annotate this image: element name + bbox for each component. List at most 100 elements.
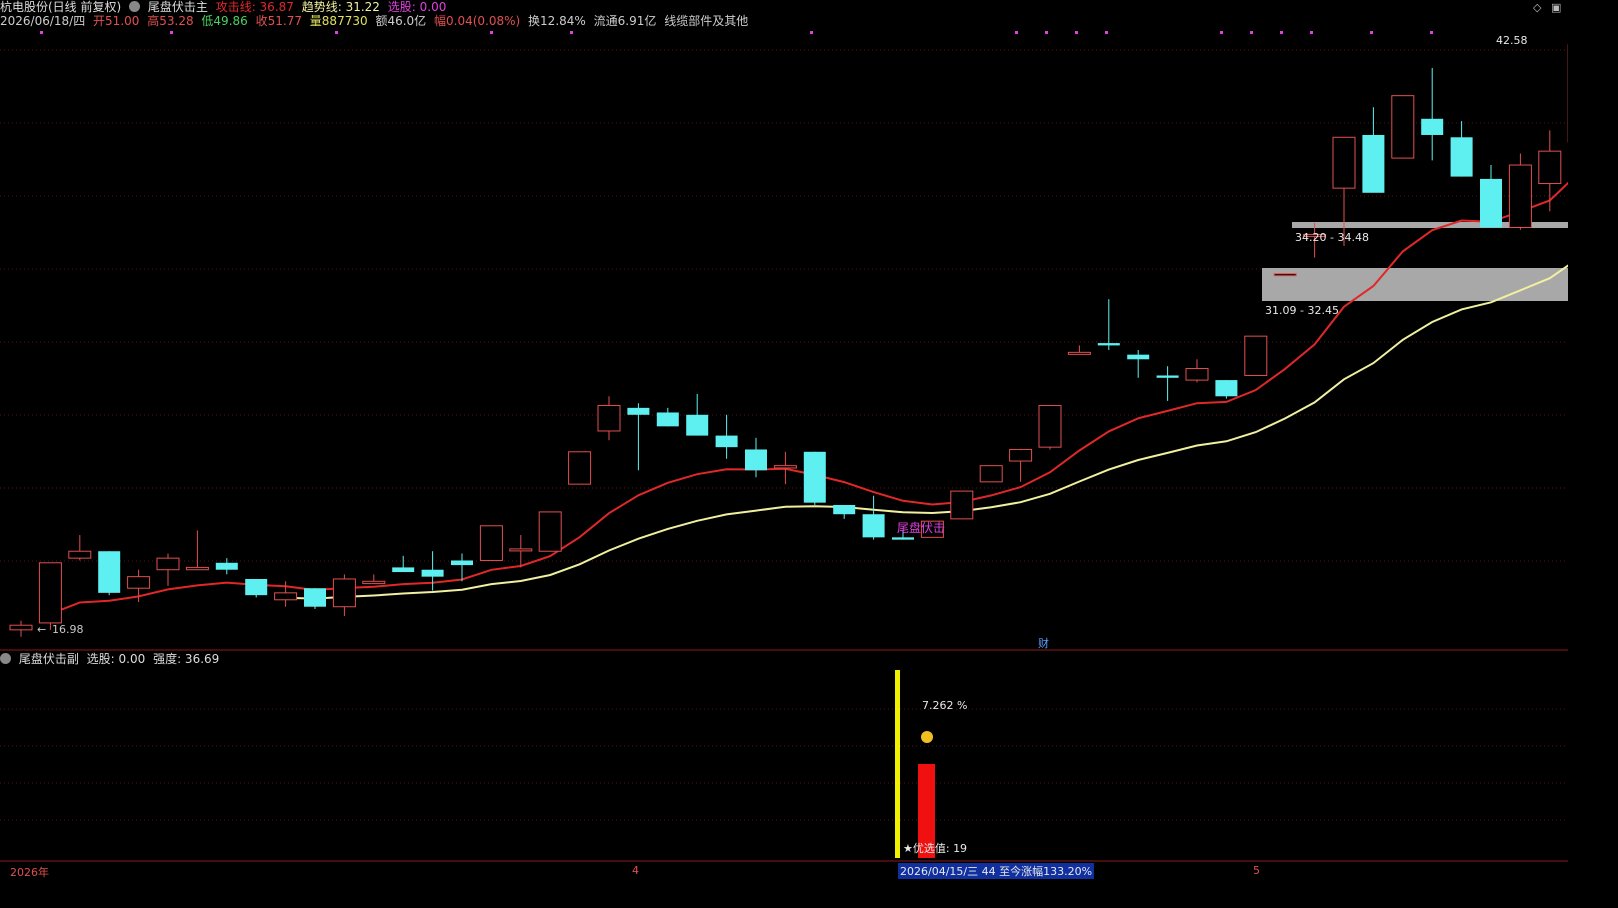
candle bbox=[627, 403, 650, 471]
candle-body bbox=[1185, 368, 1209, 381]
best-value-label: ★优选值: 19 bbox=[903, 842, 967, 855]
candle bbox=[715, 414, 738, 459]
candle bbox=[803, 451, 826, 505]
indicator-sub-name[interactable]: 尾盘伏击副 bbox=[19, 652, 79, 666]
candle bbox=[979, 465, 1003, 483]
candle bbox=[1067, 345, 1091, 355]
candle-body bbox=[1508, 164, 1532, 228]
event-marker bbox=[1310, 31, 1313, 34]
candle-body bbox=[1450, 137, 1473, 177]
event-marker bbox=[570, 31, 573, 34]
candle bbox=[538, 511, 562, 552]
candle bbox=[185, 530, 209, 571]
month-5-label: 5 bbox=[1253, 864, 1260, 877]
candle-body bbox=[686, 414, 709, 436]
candle bbox=[38, 562, 62, 630]
candle-body bbox=[1009, 448, 1033, 462]
candle-body bbox=[98, 551, 121, 593]
candle-body bbox=[538, 511, 562, 552]
candle bbox=[745, 437, 767, 478]
candle-body bbox=[745, 449, 767, 471]
candle bbox=[68, 535, 92, 561]
candle bbox=[479, 525, 503, 561]
trend-line bbox=[285, 264, 1568, 600]
candle-body bbox=[185, 566, 209, 571]
candle bbox=[156, 553, 180, 586]
candle-body bbox=[627, 407, 650, 415]
candle-body bbox=[1156, 375, 1179, 378]
event-marker bbox=[490, 31, 493, 34]
candle-body bbox=[597, 405, 621, 432]
kline-chart[interactable]: 16.98 ← 42.58 34.20 - 34.48 31.09 - 32.4… bbox=[0, 0, 1568, 880]
candle-body bbox=[38, 562, 62, 624]
candle-body bbox=[1244, 335, 1268, 376]
candle-body bbox=[715, 435, 738, 448]
candle bbox=[421, 551, 444, 591]
candle-body bbox=[803, 451, 826, 503]
candle bbox=[1127, 350, 1150, 378]
event-marker bbox=[335, 31, 338, 34]
candle bbox=[773, 451, 797, 485]
candle bbox=[1508, 153, 1532, 230]
event-marker bbox=[1015, 31, 1018, 34]
highlight-date-label: 2026/04/15/三 44 至今涨幅133.20% bbox=[898, 863, 1095, 879]
candle bbox=[392, 555, 415, 573]
candle bbox=[1215, 380, 1238, 399]
candle bbox=[1185, 359, 1209, 383]
candle-body bbox=[127, 576, 151, 589]
month-4-label: 4 bbox=[632, 864, 639, 877]
candle bbox=[1421, 67, 1444, 161]
candle-body bbox=[274, 592, 298, 601]
candle bbox=[9, 620, 33, 637]
zone-upper-label: 34.20 - 34.48 bbox=[1295, 231, 1369, 244]
candle bbox=[1273, 273, 1297, 277]
candle bbox=[1538, 130, 1562, 212]
event-marker bbox=[1220, 31, 1223, 34]
candle bbox=[862, 495, 885, 540]
candle-body bbox=[1097, 343, 1120, 346]
candle-body bbox=[1362, 134, 1385, 193]
candle-body bbox=[1215, 380, 1238, 397]
candle bbox=[656, 407, 679, 427]
event-marker bbox=[170, 31, 173, 34]
candle-body bbox=[1273, 273, 1297, 277]
candle-body bbox=[773, 465, 797, 469]
signal-marker-bar bbox=[895, 670, 900, 858]
candle-body bbox=[862, 514, 885, 538]
candle bbox=[332, 574, 356, 616]
candle bbox=[1156, 366, 1179, 401]
event-marker bbox=[1280, 31, 1283, 34]
low-price-label: 16.98 bbox=[52, 623, 84, 636]
event-marker bbox=[40, 31, 43, 34]
candle bbox=[1362, 107, 1385, 193]
date-axis: 2026年 4 2026/04/15/三 44 至今涨幅133.20% 5 bbox=[0, 862, 1568, 880]
candle-body bbox=[979, 465, 1003, 483]
event-marker bbox=[1045, 31, 1048, 34]
candle-body bbox=[451, 560, 473, 566]
candle bbox=[686, 393, 709, 436]
candle bbox=[1391, 95, 1415, 159]
year-label: 2026年 bbox=[10, 866, 49, 879]
zone-lower-label: 31.09 - 32.45 bbox=[1265, 304, 1339, 317]
candle-body bbox=[1067, 351, 1091, 355]
sub-indicator-toggle-icon[interactable] bbox=[0, 653, 11, 664]
sub-strength-label: 强度: 36.69 bbox=[153, 652, 220, 666]
candle-body bbox=[1480, 178, 1502, 228]
smile-icon bbox=[921, 731, 933, 743]
candle bbox=[1332, 136, 1356, 246]
candle-body bbox=[9, 624, 33, 631]
high-price-label: 42.58 bbox=[1496, 34, 1528, 47]
candle-body bbox=[833, 504, 856, 515]
candle bbox=[362, 574, 386, 585]
sub-panel-header: 尾盘伏击副 选股: 0.00 强度: 36.69 bbox=[0, 652, 223, 666]
candle-body bbox=[215, 562, 238, 570]
candle-body bbox=[392, 567, 415, 573]
finance-tag: 财 bbox=[1038, 636, 1049, 650]
pct-label: 7.262 % bbox=[922, 699, 967, 712]
candle-body bbox=[304, 588, 326, 607]
event-marker bbox=[810, 31, 813, 34]
candle bbox=[1244, 335, 1268, 376]
candle-body bbox=[421, 569, 444, 577]
candle bbox=[1450, 121, 1473, 177]
event-marker bbox=[1250, 31, 1253, 34]
